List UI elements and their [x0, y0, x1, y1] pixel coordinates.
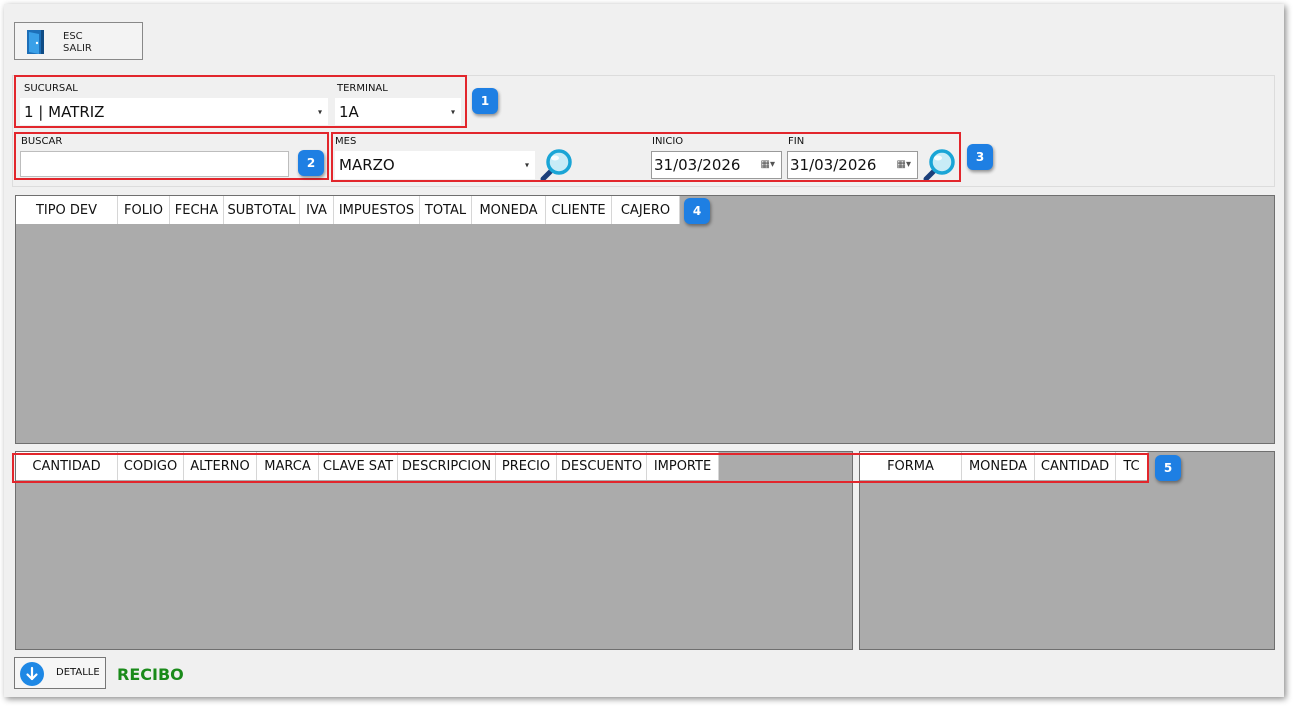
returns-grid[interactable]: TIPO DEV FOLIO FECHA SUBTOTAL IVA IMPUES… — [15, 195, 1275, 444]
recibo-link[interactable]: RECIBO — [117, 665, 184, 684]
column-header[interactable]: TIPO DEV — [16, 196, 118, 224]
badge-4: 4 — [684, 198, 710, 224]
badge-5: 5 — [1155, 455, 1181, 481]
detail-label: DETALLE — [56, 667, 100, 678]
column-header[interactable]: CAJERO — [612, 196, 680, 224]
exit-shortcut-key: ESC — [63, 31, 83, 42]
badge-1: 1 — [472, 88, 498, 114]
returns-grid-header: TIPO DEV FOLIO FECHA SUBTOTAL IVA IMPUES… — [16, 196, 680, 224]
exit-text: SALIR — [63, 43, 92, 54]
badge-2: 2 — [298, 150, 324, 176]
column-header[interactable]: MONEDA — [472, 196, 546, 224]
exit-button[interactable]: ESC SALIR — [14, 22, 143, 60]
highlight-box-2 — [14, 132, 329, 180]
detail-button[interactable]: DETALLE — [14, 657, 106, 689]
column-header[interactable]: SUBTOTAL — [224, 196, 300, 224]
column-header[interactable]: FOLIO — [118, 196, 170, 224]
column-header[interactable]: CLIENTE — [546, 196, 612, 224]
column-header[interactable]: FECHA — [170, 196, 224, 224]
door-exit-icon — [27, 30, 44, 54]
column-header[interactable]: TOTAL — [420, 196, 472, 224]
badge-3: 3 — [967, 144, 993, 170]
exit-label: ESC SALIR — [63, 31, 92, 55]
highlight-box-3 — [331, 132, 961, 182]
arrow-down-icon — [20, 662, 44, 686]
highlight-box-1 — [14, 75, 467, 128]
main-window: ESC SALIR SUCURSAL 1 | MATRIZ ▾ TERMINAL… — [4, 4, 1284, 697]
column-header[interactable]: IMPUESTOS — [334, 196, 420, 224]
highlight-box-5 — [12, 453, 1149, 483]
column-header[interactable]: IVA — [300, 196, 334, 224]
